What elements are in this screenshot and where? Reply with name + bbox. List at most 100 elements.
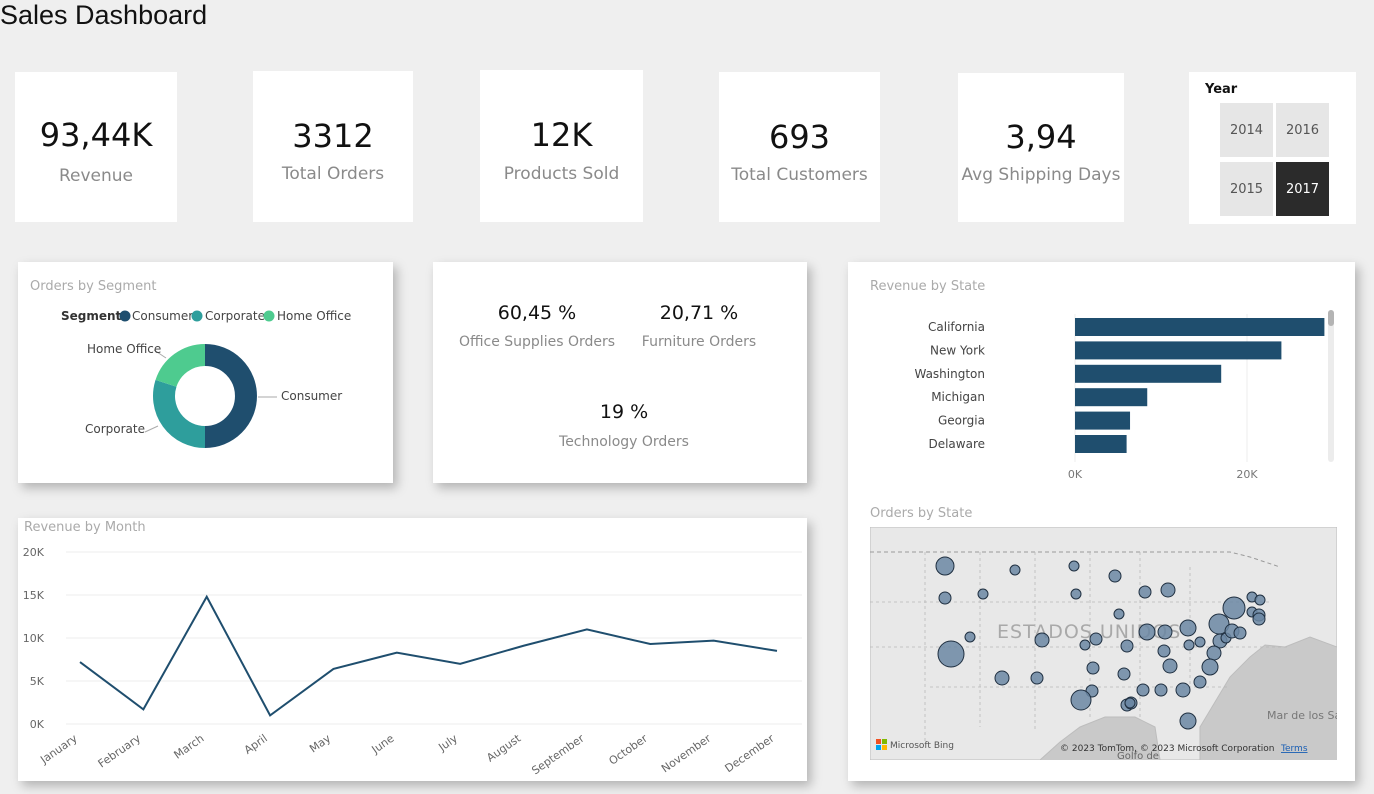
map-bubble[interactable] (1154, 683, 1168, 697)
year-option-2017[interactable]: 2017 (1276, 162, 1329, 216)
map-bubble[interactable] (935, 556, 955, 576)
revenue-by-state-chart[interactable]: California New York Washington Michigan Geor… (848, 262, 1355, 492)
map-bubble[interactable] (1138, 623, 1156, 641)
donut-slice-home-office[interactable] (155, 344, 206, 388)
map-bubble[interactable] (994, 670, 1010, 686)
map-bubble[interactable] (1030, 671, 1044, 685)
revenue-by-month-chart[interactable]: 0K 5K 10K 15K 20K January February March April M… (18, 518, 807, 781)
donut-slice-corporate[interactable] (153, 379, 206, 448)
map-bubble[interactable] (938, 591, 952, 605)
map-bubble[interactable] (1157, 624, 1173, 640)
bar-california[interactable] (1075, 318, 1325, 336)
map-bubble[interactable] (1175, 682, 1191, 698)
line-x-tick-label: November (659, 732, 714, 776)
leader-line-corporate (144, 425, 159, 433)
map-bubble[interactable] (1120, 639, 1134, 653)
legend-label-consumer[interactable]: Consumer (132, 309, 193, 323)
kpi-card-orders[interactable]: 3312 Total Orders (253, 71, 413, 222)
line-x-tick-label: October (606, 732, 650, 768)
map-bubble[interactable] (1252, 612, 1266, 626)
line-y-tick-label: 15K (23, 589, 45, 602)
office-supplies-value: 60,45 % (497, 302, 577, 324)
map-bubble[interactable] (1009, 564, 1021, 576)
map-bubble[interactable] (937, 640, 965, 668)
map-bubble[interactable] (1070, 689, 1092, 711)
donut-slices[interactable] (153, 344, 257, 448)
bar-new-york[interactable] (1075, 341, 1282, 360)
segment-card[interactable]: Orders by Segment Segment Consumer Corpo… (18, 262, 393, 483)
orders-map[interactable]: ESTADOS UNIDOS Mar de los Sa Golfo de Mi… (870, 527, 1337, 760)
legend-label-home-office[interactable]: Home Office (277, 309, 351, 323)
map-bubble[interactable] (1233, 626, 1247, 640)
year-option-2015[interactable]: 2015 (1220, 162, 1273, 216)
kpi-card-customers[interactable]: 693 Total Customers (719, 72, 880, 222)
legend-label-corporate[interactable]: Corporate (205, 309, 265, 323)
map-bubble[interactable] (1157, 644, 1171, 658)
map-bubble[interactable] (964, 631, 976, 643)
category-share-card[interactable]: 60,45 % Office Supplies Orders 20,71 % F… (433, 262, 807, 483)
map-bubble[interactable] (1034, 632, 1050, 648)
map-bubble[interactable] (1206, 645, 1222, 661)
line-x-tick-label: July (435, 732, 460, 755)
revenue-by-month-card[interactable]: Revenue by Month 0K 5K 10K 15K 20K January Fe… (18, 518, 807, 781)
map-bubble[interactable] (1124, 697, 1136, 709)
year-slicer-title: Year (1205, 82, 1238, 97)
bar-georgia[interactable] (1075, 411, 1131, 430)
map-bubble[interactable] (1183, 639, 1195, 651)
map-bubble[interactable] (1136, 683, 1150, 697)
map-bubble[interactable] (1079, 639, 1091, 651)
map-bubble[interactable] (1162, 658, 1178, 674)
state-card[interactable]: Revenue by State California New York Washi… (848, 262, 1355, 781)
map-bubble[interactable] (1108, 569, 1122, 583)
us-map-graphic[interactable]: ESTADOS UNIDOS Mar de los Sa Golfo de Mi… (870, 527, 1337, 760)
data-label-corporate: Corporate (85, 422, 145, 436)
bar-x-tick-label: 0K (1068, 468, 1083, 481)
data-label-home-office: Home Office (87, 342, 161, 356)
bar-category-label: Washington (914, 367, 985, 381)
map-bubble[interactable] (1138, 585, 1152, 599)
map-bubble[interactable] (1117, 667, 1131, 681)
map-bubble[interactable] (1113, 608, 1125, 620)
bar-michigan[interactable] (1075, 388, 1148, 407)
line-x-tick-label: September (529, 732, 587, 778)
donut-slice-consumer[interactable] (204, 344, 257, 448)
map-bubble[interactable] (1254, 594, 1266, 606)
map-bubble[interactable] (1201, 658, 1219, 676)
bar-delaware[interactable] (1075, 435, 1127, 453)
map-bubble[interactable] (1179, 619, 1197, 637)
map-bubble[interactable] (1070, 588, 1082, 600)
kpi-value: 3,94 (1005, 118, 1077, 156)
map-bubble[interactable] (1222, 596, 1246, 620)
map-bubble[interactable] (1068, 560, 1080, 572)
year-slicer[interactable]: Year 2014 2016 2015 2017 (1189, 72, 1356, 224)
map-bubble[interactable] (1194, 636, 1206, 648)
bar-category-label: California (928, 320, 985, 334)
map-bubble[interactable] (1179, 712, 1197, 730)
map-bubble[interactable] (977, 588, 989, 600)
bar-washington[interactable] (1075, 364, 1222, 383)
legend-marker-home-office (263, 310, 275, 322)
technology-value: 19 % (599, 401, 649, 423)
map-bubble[interactable] (1160, 582, 1176, 598)
map-bubble[interactable] (1086, 661, 1100, 675)
line-x-tick-label: August (484, 731, 524, 764)
kpi-label: Products Sold (503, 164, 620, 184)
kpi-label: Total Orders (281, 164, 385, 184)
map-bubble[interactable] (1193, 675, 1207, 689)
segment-donut-chart[interactable]: Segment Consumer Corporate Home Office C… (18, 262, 393, 483)
bar-category-label: New York (930, 343, 985, 357)
scrollbar-track[interactable] (1328, 310, 1334, 462)
year-option-2016[interactable]: 2016 (1276, 103, 1329, 157)
kpi-card-shipping[interactable]: 3,94 Avg Shipping Days (958, 73, 1124, 222)
kpi-label: Avg Shipping Days (961, 165, 1121, 185)
scrollbar-thumb[interactable] (1328, 310, 1334, 326)
year-option-2014[interactable]: 2014 (1220, 103, 1273, 157)
map-bubble[interactable] (1089, 632, 1103, 646)
revenue-line[interactable] (79, 594, 778, 717)
kpi-card-products[interactable]: 12K Products Sold (480, 70, 643, 222)
kpi-value: 3312 (292, 117, 374, 155)
line-y-tick-label: 10K (23, 632, 45, 645)
line-x-tick-label: February (96, 732, 144, 771)
kpi-card-revenue[interactable]: 93,44K Revenue (15, 72, 177, 222)
map-terms-link[interactable]: Terms (1280, 744, 1308, 754)
